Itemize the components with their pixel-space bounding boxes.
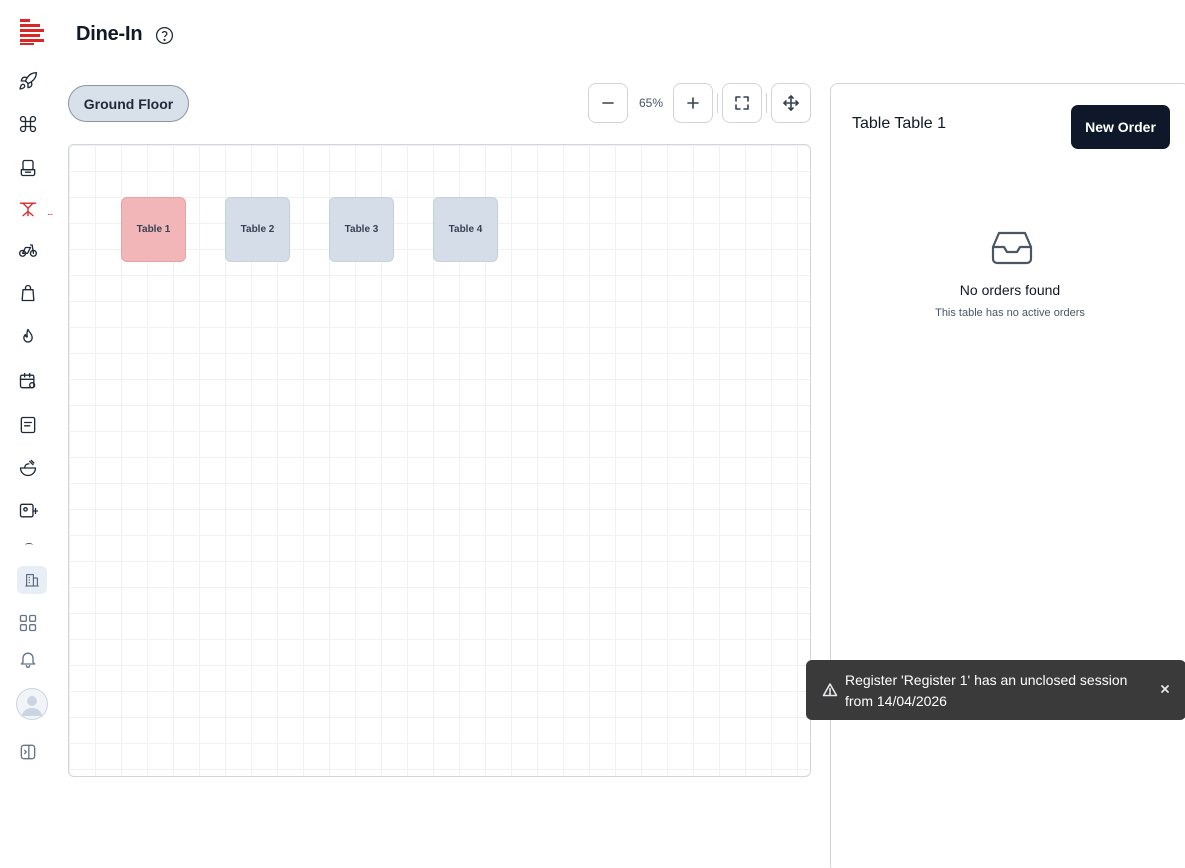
grid-icon[interactable]: [17, 612, 39, 634]
floor-plan-canvas[interactable]: Table 1 Table 2 Table 3 Table 4: [68, 144, 811, 777]
sidebar-toggle-icon[interactable]: [17, 741, 39, 763]
divider: [766, 93, 767, 113]
fullscreen-button[interactable]: [722, 83, 762, 123]
dine-in-table-icon[interactable]: [17, 198, 39, 220]
floor-tab-ground-floor[interactable]: Ground Floor: [68, 85, 189, 122]
image-add-icon[interactable]: [17, 500, 39, 522]
active-indicator: ...: [47, 207, 53, 218]
sidebar: ...: [0, 0, 62, 868]
pos-terminal-icon[interactable]: [17, 157, 39, 179]
zoom-out-button[interactable]: [588, 83, 628, 123]
move-icon: [783, 95, 799, 111]
bike-icon[interactable]: [17, 239, 39, 261]
warning-icon: [822, 682, 838, 698]
close-icon[interactable]: [1158, 682, 1172, 696]
receipt-icon[interactable]: [17, 414, 39, 436]
table-tile-1[interactable]: Table 1: [121, 197, 186, 262]
zoom-level: 65%: [638, 96, 664, 110]
building-icon[interactable]: [17, 566, 47, 594]
table-tile-3[interactable]: Table 3: [329, 197, 394, 262]
command-icon[interactable]: [17, 113, 39, 135]
inbox-icon: [991, 229, 1033, 265]
food-bowl-icon[interactable]: [17, 457, 39, 479]
bag-icon[interactable]: [17, 282, 39, 304]
fire-icon[interactable]: [17, 326, 39, 348]
pan-button[interactable]: [771, 83, 811, 123]
new-order-button[interactable]: New Order: [1071, 105, 1170, 149]
divider: [717, 93, 718, 113]
table-tile-2[interactable]: Table 2: [225, 197, 290, 262]
toast-message: Register 'Register 1' has an unclosed se…: [845, 672, 1128, 709]
page-title: Dine-In: [76, 23, 143, 45]
zoom-in-button[interactable]: [673, 83, 713, 123]
scroll-hint: [25, 543, 33, 547]
plus-icon: [687, 97, 699, 109]
avatar[interactable]: [16, 688, 48, 720]
help-icon[interactable]: [155, 26, 174, 45]
calendar-settings-icon[interactable]: [17, 370, 39, 392]
rocket-icon[interactable]: [17, 70, 39, 92]
empty-state-subtitle: This table has no active orders: [935, 307, 1085, 319]
warning-toast: Register 'Register 1' has an unclosed se…: [806, 660, 1185, 720]
minus-icon: [602, 102, 614, 104]
panel-title: Table Table 1: [852, 115, 946, 132]
brand-logo[interactable]: [18, 18, 44, 46]
table-tile-4[interactable]: Table 4: [433, 197, 498, 262]
bell-icon[interactable]: [17, 648, 39, 670]
table-detail-panel: Table Table 1 New Order No orders found …: [830, 83, 1185, 868]
empty-state-title: No orders found: [959, 282, 1061, 298]
expand-icon: [735, 96, 749, 110]
